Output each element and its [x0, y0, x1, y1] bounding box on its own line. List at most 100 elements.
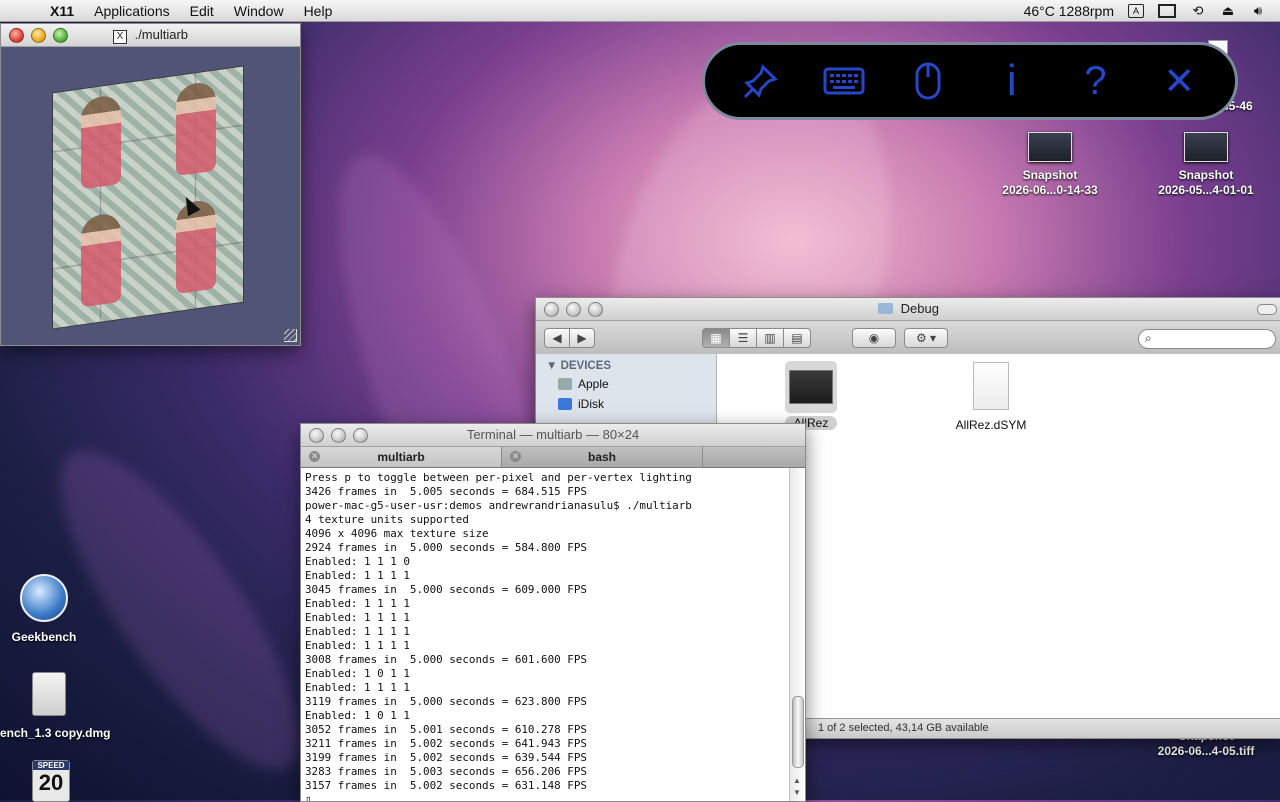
sidebar-item-apple[interactable]: Apple [536, 372, 716, 392]
display-icon[interactable] [1158, 3, 1176, 18]
x11-multiarb-window: X ./multiarb [0, 23, 301, 346]
terminal-line: 3211 frames in 5.002 seconds = 641.943 F… [305, 737, 587, 750]
terminal-window: Terminal — multiarb — 80×24 ✕ multiarb ✕… [300, 423, 806, 802]
terminal-line: Enabled: 1 1 1 1 [305, 597, 410, 610]
desktop-icon-snapshot-1[interactable]: Snapshot 2026-06...0-14-33 [985, 132, 1115, 198]
terminal-line: Enabled: 1 1 1 1 [305, 625, 410, 638]
icon-label: 2026-06...0-14-33 [1002, 183, 1098, 197]
scroll-up-arrow-icon[interactable]: ▲ [793, 776, 801, 785]
minimize-button[interactable] [31, 28, 46, 43]
menu-edit[interactable]: Edit [180, 3, 224, 19]
finder-title-bar[interactable]: Debug [536, 298, 1280, 321]
close-button[interactable] [309, 428, 324, 443]
keyboard-icon[interactable] [816, 53, 872, 109]
help-icon[interactable]: ? [1067, 53, 1123, 109]
menu-help[interactable]: Help [294, 3, 343, 19]
disk-image-icon [32, 672, 66, 716]
close-tab-icon[interactable]: ✕ [510, 451, 521, 462]
tab-bash[interactable]: ✕ bash [502, 447, 703, 467]
desktop-icon-snapshot-2[interactable]: Snapshot 2026-05...4-01-01 [1141, 132, 1271, 198]
x11-title-bar[interactable]: X ./multiarb [1, 24, 300, 47]
hard-disk-icon [558, 378, 572, 390]
x11-app-icon: X [112, 30, 127, 44]
zoom-button[interactable] [353, 428, 368, 443]
textured-quad[interactable] [53, 66, 243, 329]
file-allrez[interactable]: AllRez [785, 361, 837, 430]
geekbench-app-icon [20, 574, 68, 622]
toolbar-toggle-button[interactable] [1257, 304, 1277, 315]
folder-icon [878, 303, 894, 314]
search-input[interactable]: ⌕ [1138, 329, 1276, 349]
forward-button[interactable]: ▶ [569, 328, 595, 348]
tab-label: multiarb [377, 450, 425, 464]
window-title: ./multiarb [134, 27, 189, 42]
resize-grip[interactable] [284, 329, 297, 342]
sidebar-item-label: Apple [578, 377, 609, 391]
snapshot-thumbnail [1184, 132, 1228, 162]
desktop-icon-dmg[interactable]: ench_1.3 copy.dmg [0, 672, 120, 741]
volume-icon[interactable]: 🔊︎ [1250, 3, 1266, 18]
photo-figure [176, 80, 216, 177]
close-button[interactable] [9, 28, 24, 43]
time-machine-icon[interactable]: ⟲ [1190, 3, 1206, 18]
terminal-line: 4 texture units supported [305, 513, 469, 526]
minimize-button[interactable] [331, 428, 346, 443]
close-tab-icon[interactable]: ✕ [309, 451, 320, 462]
minimize-button[interactable] [566, 302, 581, 317]
scrollbar-thumb[interactable] [792, 696, 804, 768]
terminal-line: 3426 frames in 5.005 seconds = 684.515 F… [305, 485, 587, 498]
terminal-line: 2924 frames in 5.000 seconds = 584.800 F… [305, 541, 587, 554]
terminal-output[interactable]: Press p to toggle between per-pixel and … [301, 468, 789, 801]
snapshot-thumbnail [1028, 132, 1072, 162]
idisk-icon [558, 398, 572, 410]
status-text: 1 of 2 selected, 43,14 GB available [818, 722, 989, 734]
accessibility-hud: i ? ✕ [702, 42, 1238, 120]
info-icon[interactable]: i [984, 53, 1040, 109]
coverflow-view-button[interactable]: ▤ [783, 328, 811, 348]
terminal-line: Enabled: 1 1 1 0 [305, 555, 410, 568]
temperature-fan-status[interactable]: 46°C 1288rpm [1024, 3, 1114, 19]
tab-multiarb[interactable]: ✕ multiarb [301, 447, 502, 467]
scroll-down-arrow-icon[interactable]: ▼ [793, 788, 801, 797]
input-menu-icon[interactable]: A [1128, 3, 1144, 18]
terminal-line: power-mac-g5-user-usr:demos andrewrandri… [305, 499, 692, 512]
file-allrez-dsym[interactable]: AllRez.dSYM [943, 362, 1039, 432]
mouse-icon[interactable] [900, 53, 956, 109]
icon-view-button[interactable]: ▦ [702, 328, 730, 348]
menu-x11[interactable]: X11 [40, 3, 84, 19]
zoom-button[interactable] [588, 302, 603, 317]
action-gear-icon[interactable]: ⚙ ▾ [904, 328, 948, 348]
photo-figure [81, 211, 121, 308]
desktop-icon-geekbench[interactable]: Geekbench [0, 574, 88, 645]
icon-label: 2026-05...4-01-01 [1158, 183, 1254, 197]
menu-applications[interactable]: Applications [84, 3, 180, 19]
list-view-button[interactable]: ☰ [729, 328, 757, 348]
terminal-line: Enabled: 1 1 1 1 [305, 681, 410, 694]
column-view-button[interactable]: ▥ [756, 328, 784, 348]
terminal-line: Enabled: 1 1 1 1 [305, 569, 410, 582]
menu-window[interactable]: Window [224, 3, 294, 19]
terminal-line: 3045 frames in 5.000 seconds = 609.000 F… [305, 583, 587, 596]
window-title: Debug [900, 301, 939, 316]
back-button[interactable]: ◀ [544, 328, 570, 348]
icon-label: ench_1.3 copy.dmg [0, 726, 111, 740]
close-button[interactable] [544, 302, 559, 317]
terminal-title-bar[interactable]: Terminal — multiarb — 80×24 [301, 424, 805, 447]
close-icon[interactable]: ✕ [1151, 53, 1207, 109]
eject-icon[interactable]: ⏏ [1220, 3, 1236, 18]
quick-look-eye-icon[interactable]: ◉ [852, 328, 896, 348]
vertical-scrollbar[interactable]: ▲ ▼ [789, 468, 805, 801]
disclosure-triangle-icon[interactable]: ▼ [546, 360, 561, 372]
pin-icon[interactable] [733, 53, 789, 109]
executable-icon [785, 361, 837, 413]
zoom-button[interactable] [53, 28, 68, 43]
icon-label: Geekbench [11, 630, 77, 644]
terminal-line: 3199 frames in 5.002 seconds = 639.544 F… [305, 751, 587, 764]
terminal-line: 4096 x 4096 max texture size [305, 527, 489, 540]
speed-badge-icon[interactable]: SPEED 20 [32, 760, 70, 802]
terminal-line: 3119 frames in 5.000 seconds = 623.800 F… [305, 695, 587, 708]
sidebar-item-idisk[interactable]: iDisk [536, 392, 716, 412]
terminal-line: Enabled: 1 0 1 1 [305, 709, 410, 722]
sidebar-header-devices[interactable]: ▼ DEVICES [536, 354, 716, 372]
photo-figure [81, 93, 121, 190]
